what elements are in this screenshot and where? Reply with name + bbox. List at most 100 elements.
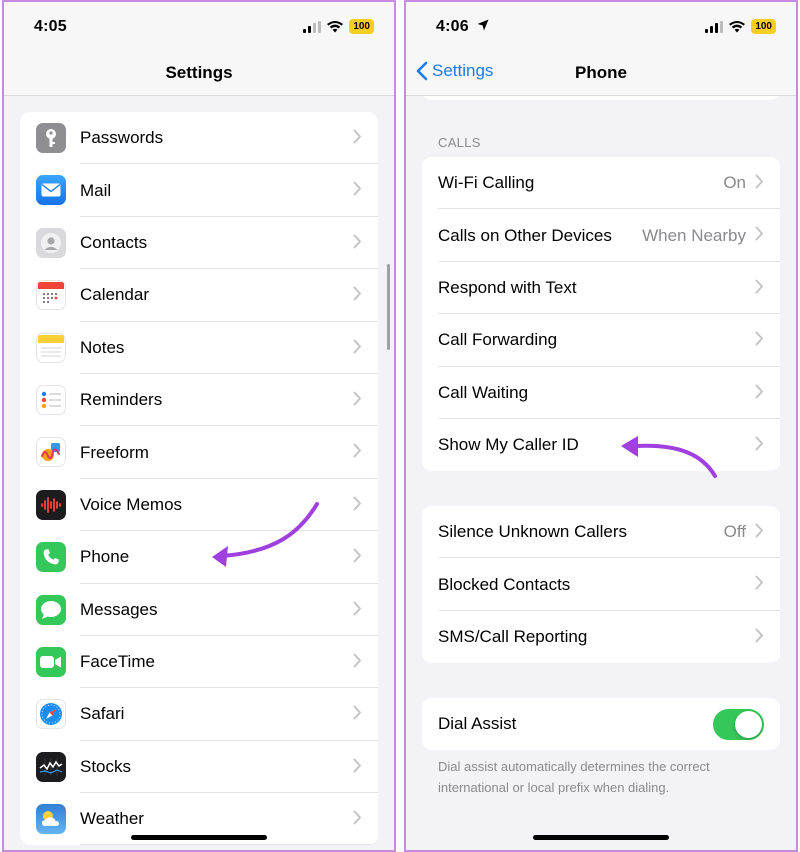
settings-item-contacts[interactable]: Contacts xyxy=(20,217,378,270)
settings-item-label: Phone xyxy=(80,547,130,567)
settings-item-stocks[interactable]: Stocks xyxy=(20,741,378,794)
row-label: Calls on Other Devices xyxy=(438,225,612,245)
page-title: Settings xyxy=(165,63,233,82)
call-blocking-group: Silence Unknown Callers Off Blocked Cont… xyxy=(422,506,780,664)
chevron-right-icon xyxy=(353,286,361,301)
status-time: 4:05 xyxy=(34,18,67,35)
cellular-signal-icon xyxy=(303,20,322,33)
settings-item-reminders[interactable]: Reminders xyxy=(20,374,378,427)
row-label: Blocked Contacts xyxy=(438,574,571,594)
wifi-calling-row[interactable]: Wi-Fi Calling On xyxy=(422,157,780,210)
settings-item-facetime[interactable]: FaceTime xyxy=(20,636,378,689)
sms-call-reporting-row[interactable]: SMS/Call Reporting xyxy=(422,611,780,663)
call-forwarding-row[interactable]: Call Forwarding xyxy=(422,314,780,367)
call-waiting-row[interactable]: Call Waiting xyxy=(422,367,780,419)
home-indicator[interactable] xyxy=(533,835,669,840)
settings-item-freeform[interactable]: Freeform xyxy=(20,426,378,479)
row-label: Respond with Text xyxy=(438,277,577,297)
respond-with-text-row[interactable]: Respond with Text xyxy=(422,262,780,315)
settings-screen: 4:05 100 Settings Passwords Mail Contact… xyxy=(2,0,396,852)
messages-icon xyxy=(36,594,66,625)
row-label: Wi-Fi Calling xyxy=(438,173,535,193)
key-icon xyxy=(36,123,66,153)
status-bar: 4:06 100 xyxy=(406,2,796,52)
phone-settings-screen: 4:06 100 Settings Phone CALLS Wi-Fi Call… xyxy=(404,0,798,852)
calls-group: Wi-Fi Calling On Calls on Other Devices … xyxy=(422,157,780,472)
row-label: SMS/Call Reporting xyxy=(438,626,588,646)
chevron-right-icon xyxy=(755,331,763,346)
calls-on-other-devices-row[interactable]: Calls on Other Devices When Nearby xyxy=(422,209,780,262)
chevron-right-icon xyxy=(353,810,361,825)
chevron-right-icon xyxy=(353,653,361,668)
show-my-caller-id-row[interactable]: Show My Caller ID xyxy=(422,419,780,471)
silence-unknown-callers-row[interactable]: Silence Unknown Callers Off xyxy=(422,506,780,559)
notes-icon xyxy=(36,332,66,363)
row-label: Dial Assist xyxy=(438,714,517,734)
battery-indicator: 100 xyxy=(349,19,374,34)
chevron-right-icon xyxy=(755,523,763,538)
status-time: 4:06 xyxy=(436,18,469,35)
chevron-right-icon xyxy=(353,339,361,354)
row-label: Show My Caller ID xyxy=(438,435,579,455)
settings-item-label: Passwords xyxy=(80,128,164,148)
settings-item-label: Freeform xyxy=(80,442,149,462)
wifi-icon xyxy=(729,20,746,32)
chevron-right-icon xyxy=(353,601,361,616)
battery-indicator: 100 xyxy=(751,19,776,34)
nav-bar: Settings xyxy=(4,52,394,96)
chevron-right-icon xyxy=(755,575,763,590)
annotation-arrow-icon xyxy=(621,436,717,478)
settings-item-messages[interactable]: Messages xyxy=(20,584,378,636)
chevron-right-icon xyxy=(353,548,361,563)
chevron-right-icon xyxy=(755,628,763,643)
weather-icon xyxy=(36,804,66,835)
settings-item-mail[interactable]: Mail xyxy=(20,164,378,217)
blocked-contacts-row[interactable]: Blocked Contacts xyxy=(422,558,780,611)
chevron-right-icon xyxy=(353,705,361,720)
chevron-right-icon xyxy=(755,384,763,399)
chevron-right-icon xyxy=(755,174,763,189)
chevron-right-icon xyxy=(353,443,361,458)
status-icons: 100 xyxy=(303,19,374,34)
settings-item-label: Safari xyxy=(80,704,125,724)
phone-icon xyxy=(36,542,66,573)
dial-assist-row: Dial Assist xyxy=(422,698,780,750)
freeform-icon xyxy=(36,437,66,468)
settings-item-label: FaceTime xyxy=(80,652,155,672)
settings-item-passwords[interactable]: Passwords xyxy=(20,112,378,165)
calendar-icon xyxy=(36,280,66,311)
settings-item-label: Reminders xyxy=(80,390,163,410)
toggle-knob xyxy=(735,711,762,738)
divider xyxy=(80,844,378,846)
settings-item-label: Stocks xyxy=(80,756,132,776)
settings-item-label: Contacts xyxy=(80,232,148,252)
row-label: Call Forwarding xyxy=(438,330,558,350)
mail-icon xyxy=(36,175,66,206)
settings-item-notes[interactable]: Notes xyxy=(20,322,378,374)
chevron-right-icon xyxy=(353,758,361,773)
dial-assist-toggle[interactable] xyxy=(713,709,764,740)
scroll-indicator[interactable] xyxy=(387,264,390,350)
settings-item-label: Mail xyxy=(80,180,112,200)
row-label: Call Waiting xyxy=(438,382,529,402)
status-bar: 4:05 100 xyxy=(4,2,394,52)
settings-item-safari[interactable]: Safari xyxy=(20,688,378,741)
cellular-signal-icon xyxy=(705,20,724,33)
settings-item-label: Weather xyxy=(80,809,144,829)
home-indicator[interactable] xyxy=(131,835,267,840)
chevron-right-icon xyxy=(353,496,361,511)
facetime-icon xyxy=(36,646,66,677)
voice-memos-icon xyxy=(36,489,66,520)
calls-section-header: CALLS xyxy=(438,135,481,150)
row-label: Silence Unknown Callers xyxy=(438,522,627,542)
chevron-right-icon xyxy=(755,279,763,294)
safari-icon xyxy=(36,699,66,730)
dial-assist-description: Dial assist automatically determines the… xyxy=(438,759,710,795)
row-value: Off xyxy=(723,522,746,542)
dial-assist-group: Dial Assist xyxy=(422,698,780,751)
page-title: Phone xyxy=(575,63,627,82)
settings-item-calendar[interactable]: Calendar xyxy=(20,269,378,322)
chevron-right-icon xyxy=(755,436,763,451)
settings-item-label: Calendar xyxy=(80,285,149,305)
apps-list: Passwords Mail Contacts Calendar Notes R… xyxy=(20,112,378,846)
